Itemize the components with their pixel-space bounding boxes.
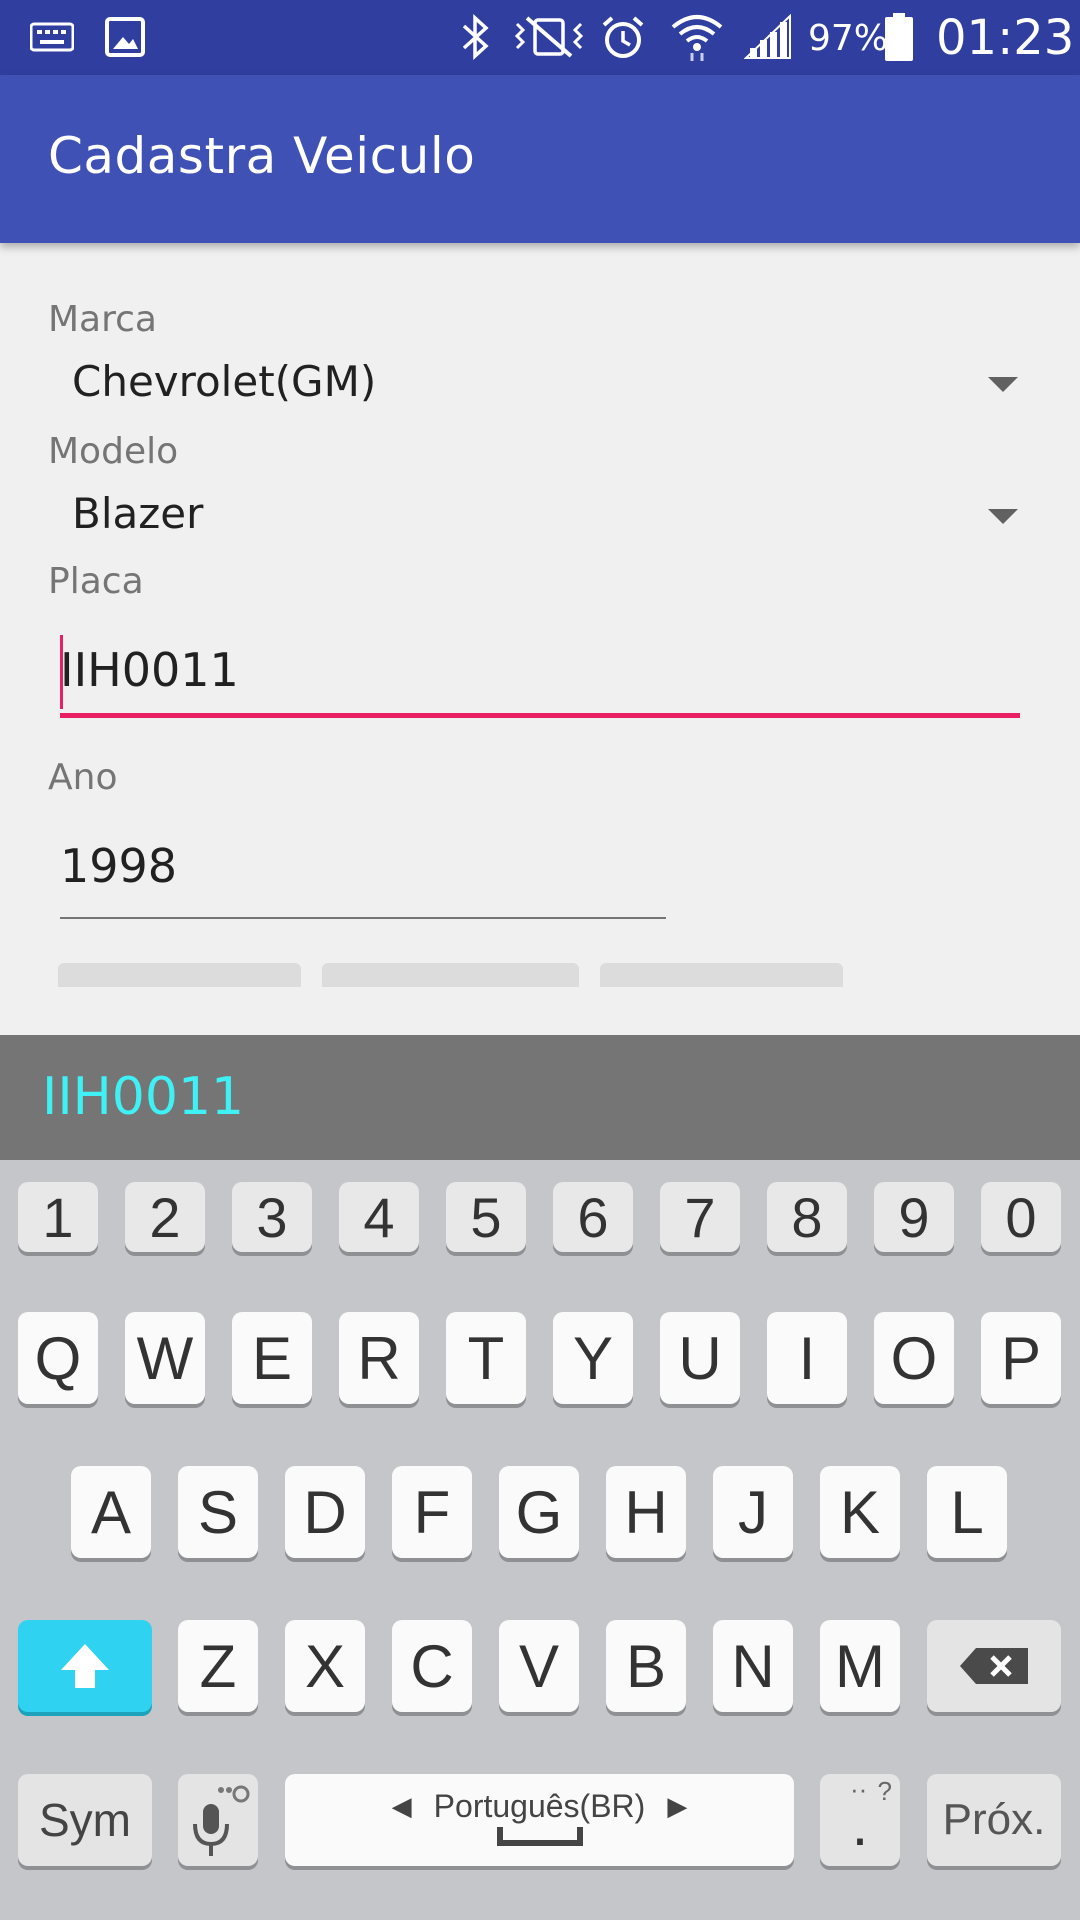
marca-label: Marca bbox=[48, 299, 157, 340]
key-y[interactable]: Y bbox=[553, 1312, 633, 1404]
key-9[interactable]: 9 bbox=[874, 1182, 954, 1252]
ano-underline bbox=[60, 917, 666, 919]
suggestion-bar: IIH0011 bbox=[0, 1035, 1080, 1160]
key-b[interactable]: B bbox=[606, 1620, 686, 1712]
dropdown-arrow-icon bbox=[988, 509, 1018, 524]
key-d[interactable]: D bbox=[285, 1466, 365, 1558]
key-o[interactable]: O bbox=[874, 1312, 954, 1404]
key-1[interactable]: 1 bbox=[18, 1182, 98, 1252]
key-4[interactable]: 4 bbox=[339, 1182, 419, 1252]
backspace-key[interactable] bbox=[927, 1620, 1061, 1712]
key-2[interactable]: 2 bbox=[125, 1182, 205, 1252]
language-label: Português(BR) bbox=[433, 1787, 646, 1824]
key-z[interactable]: Z bbox=[178, 1620, 258, 1712]
key-8[interactable]: 8 bbox=[767, 1182, 847, 1252]
key-c[interactable]: C bbox=[392, 1620, 472, 1712]
form-button[interactable] bbox=[600, 963, 843, 987]
key-0[interactable]: 0 bbox=[981, 1182, 1061, 1252]
key-u[interactable]: U bbox=[660, 1312, 740, 1404]
key-p[interactable]: P bbox=[981, 1312, 1061, 1404]
modelo-label: Modelo bbox=[48, 431, 179, 472]
clock: 01:23 bbox=[936, 10, 1075, 66]
battery-icon bbox=[884, 12, 914, 62]
key-m[interactable]: M bbox=[820, 1620, 900, 1712]
period-hint-dots: ·· bbox=[850, 1774, 868, 1804]
ano-label: Ano bbox=[48, 757, 118, 798]
keyboard: 1 2 3 4 5 6 7 8 9 0 Q W E R T Y U I O P … bbox=[0, 1160, 1080, 1920]
shift-key[interactable] bbox=[18, 1620, 152, 1712]
key-k[interactable]: K bbox=[820, 1466, 900, 1558]
period-key[interactable]: ? ·· . bbox=[820, 1774, 900, 1866]
key-v[interactable]: V bbox=[499, 1620, 579, 1712]
status-bar: 97% 01:23 bbox=[0, 0, 1080, 75]
form-button[interactable] bbox=[58, 963, 301, 987]
dropdown-arrow-icon bbox=[988, 377, 1018, 392]
image-icon bbox=[104, 12, 146, 62]
space-key[interactable]: ◀ Português(BR) ▶ bbox=[285, 1774, 794, 1866]
language-prev-icon: ◀ bbox=[391, 1790, 412, 1821]
page-title: Cadastra Veiculo bbox=[48, 127, 476, 185]
vibrate-mute-icon bbox=[512, 12, 586, 62]
key-x[interactable]: X bbox=[285, 1620, 365, 1712]
key-j[interactable]: J bbox=[713, 1466, 793, 1558]
key-g[interactable]: G bbox=[499, 1466, 579, 1558]
key-q[interactable]: Q bbox=[18, 1312, 98, 1404]
placa-input[interactable]: IIH0011 bbox=[0, 633, 1080, 733]
voice-input-key[interactable] bbox=[178, 1774, 258, 1866]
vehicle-form: Marca Chevrolet(GM) Modelo Blazer Placa … bbox=[0, 243, 1080, 1035]
key-r[interactable]: R bbox=[339, 1312, 419, 1404]
modelo-spinner[interactable]: Blazer bbox=[48, 481, 1032, 553]
period-hint: ? bbox=[877, 1776, 892, 1806]
key-3[interactable]: 3 bbox=[232, 1182, 312, 1252]
suggestion-word[interactable]: IIH0011 bbox=[42, 1067, 244, 1127]
ano-value: 1998 bbox=[60, 839, 178, 893]
form-button[interactable] bbox=[322, 963, 579, 987]
key-6[interactable]: 6 bbox=[553, 1182, 633, 1252]
backspace-icon bbox=[960, 1648, 1028, 1684]
key-5[interactable]: 5 bbox=[446, 1182, 526, 1252]
placa-value: IIH0011 bbox=[60, 643, 239, 697]
bluetooth-icon bbox=[456, 12, 496, 62]
marca-value: Chevrolet(GM) bbox=[72, 357, 377, 406]
ano-input[interactable]: 1998 bbox=[0, 837, 680, 927]
battery-percent: 97% bbox=[808, 18, 889, 59]
key-i[interactable]: I bbox=[767, 1312, 847, 1404]
shift-arrow-icon bbox=[61, 1644, 109, 1688]
key-l[interactable]: L bbox=[927, 1466, 1007, 1558]
key-w[interactable]: W bbox=[125, 1312, 205, 1404]
app-bar: Cadastra Veiculo bbox=[0, 75, 1080, 243]
next-key[interactable]: Próx. bbox=[927, 1774, 1061, 1866]
language-next-icon: ▶ bbox=[667, 1790, 688, 1821]
key-t[interactable]: T bbox=[446, 1312, 526, 1404]
modelo-value: Blazer bbox=[72, 489, 204, 538]
key-e[interactable]: E bbox=[232, 1312, 312, 1404]
key-h[interactable]: H bbox=[606, 1466, 686, 1558]
alarm-icon bbox=[598, 12, 648, 62]
key-7[interactable]: 7 bbox=[660, 1182, 740, 1252]
marca-spinner[interactable]: Chevrolet(GM) bbox=[48, 349, 1032, 421]
signal-icon bbox=[744, 12, 792, 62]
wifi-icon bbox=[670, 12, 724, 62]
key-a[interactable]: A bbox=[71, 1466, 151, 1558]
spacebar-icon bbox=[496, 1826, 583, 1846]
placa-underline bbox=[60, 713, 1020, 718]
key-n[interactable]: N bbox=[713, 1620, 793, 1712]
key-f[interactable]: F bbox=[392, 1466, 472, 1558]
sym-key[interactable]: Sym bbox=[18, 1774, 152, 1866]
keyboard-icon bbox=[30, 12, 74, 62]
microphone-icon bbox=[193, 1785, 250, 1856]
key-s[interactable]: S bbox=[178, 1466, 258, 1558]
placa-label: Placa bbox=[48, 561, 144, 602]
